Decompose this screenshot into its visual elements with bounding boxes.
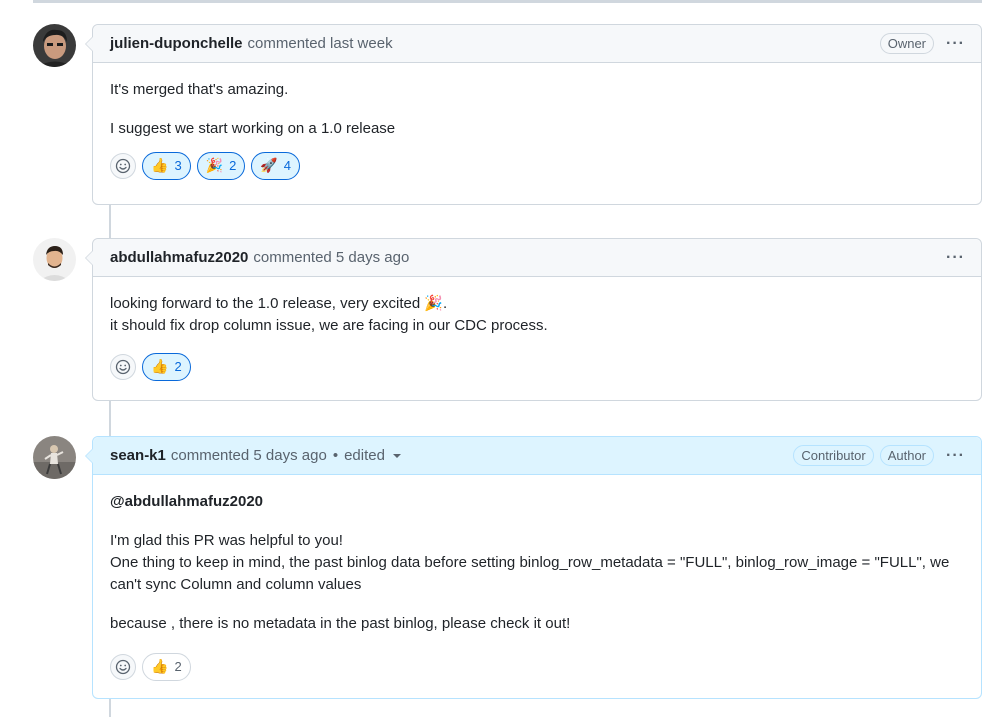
comment-header: julien-duponchelle commented last week O… <box>93 25 981 63</box>
comment-paragraph: I suggest we start working on a 1.0 rele… <box>110 120 396 137</box>
comment-body: looking forward to the 1.0 release, very… <box>93 277 981 395</box>
comment-body: @abdullahmafuz2020 I'm glad this PR was … <box>93 475 981 695</box>
comment-line: One thing to keep in mind, the past binl… <box>110 554 950 593</box>
avatar[interactable] <box>33 436 76 479</box>
timeline-connector <box>109 401 111 436</box>
comment-author[interactable]: julien-duponchelle <box>110 35 243 52</box>
reaction-rocket[interactable]: 🚀 4 <box>251 152 301 180</box>
comment-paragraph: because , there is no metadata in the pa… <box>110 615 571 632</box>
avatar[interactable] <box>33 238 76 281</box>
reactions-bar: 👍 2 <box>110 353 964 381</box>
reaction-count: 2 <box>174 659 182 674</box>
separator: • <box>332 447 339 464</box>
reaction-thumbs-up[interactable]: 👍 2 <box>142 653 191 681</box>
comment-timestamp[interactable]: commented 5 days ago <box>253 249 409 266</box>
comment-box: sean-k1 commented 5 days ago • edited Co… <box>85 436 982 699</box>
add-reaction-button[interactable] <box>110 153 136 179</box>
comment-header: sean-k1 commented 5 days ago • edited Co… <box>93 437 981 475</box>
reaction-count: 2 <box>174 359 182 374</box>
smiley-icon <box>115 158 131 174</box>
rocket-icon: 🚀 <box>260 158 278 174</box>
reaction-count: 4 <box>283 158 292 173</box>
author-badge: Author <box>879 445 935 466</box>
chevron-down-icon <box>392 454 401 459</box>
smiley-icon <box>115 659 131 675</box>
reaction-tada[interactable]: 🎉 2 <box>196 152 246 180</box>
timeline-top-border <box>33 0 982 3</box>
contributor-badge: Contributor <box>793 445 874 466</box>
comment-paragraph: It's merged that's amazing. <box>110 81 289 98</box>
thumbs-up-icon: 👍 <box>151 158 169 174</box>
more-options-icon[interactable]: ··· <box>946 447 965 464</box>
owner-badge: Owner <box>879 33 935 54</box>
tada-icon: 🎉 <box>205 158 224 174</box>
thumbs-up-icon: 👍 <box>151 359 169 375</box>
comment-box: julien-duponchelle commented last week O… <box>85 24 982 205</box>
thumbs-up-icon: 👍 <box>151 659 169 675</box>
comment-paragraph: I'm glad this PR was helpful to you! One… <box>110 530 964 596</box>
reaction-count: 3 <box>174 158 182 173</box>
user-mention[interactable]: @abdullahmafuz2020 <box>110 491 964 513</box>
edited-dropdown[interactable]: edited <box>344 447 401 464</box>
comment-body: It's merged that's amazing. I suggest we… <box>93 63 981 194</box>
more-options-icon[interactable]: ··· <box>946 249 965 266</box>
more-options-icon[interactable]: ··· <box>946 35 965 52</box>
reaction-thumbs-up[interactable]: 👍 3 <box>142 152 191 180</box>
comment-box: abdullahmafuz2020 commented 5 days ago ·… <box>85 238 982 401</box>
comment-header: abdullahmafuz2020 commented 5 days ago ·… <box>93 239 981 277</box>
timeline-connector <box>109 204 111 238</box>
comment-timestamp[interactable]: commented 5 days ago <box>171 447 327 464</box>
comment-author[interactable]: abdullahmafuz2020 <box>110 249 248 266</box>
avatar[interactable] <box>33 24 76 67</box>
comment-line: looking forward to the 1.0 release, very… <box>110 295 448 312</box>
comment-line: it should fix drop column issue, we are … <box>110 317 548 334</box>
add-reaction-button[interactable] <box>110 354 136 380</box>
comment-line: I'm glad this PR was helpful to you! <box>110 532 343 549</box>
add-reaction-button[interactable] <box>110 654 136 680</box>
timeline-connector <box>109 699 111 717</box>
edited-label: edited <box>344 447 385 464</box>
reactions-bar: 👍 3 🎉 2 🚀 4 <box>110 152 964 180</box>
reaction-count: 2 <box>229 158 237 173</box>
comment-timestamp[interactable]: commented last week <box>248 35 393 52</box>
reactions-bar: 👍 2 <box>110 653 964 681</box>
comment-author[interactable]: sean-k1 <box>110 447 166 464</box>
smiley-icon <box>115 359 131 375</box>
reaction-thumbs-up[interactable]: 👍 2 <box>142 353 191 381</box>
